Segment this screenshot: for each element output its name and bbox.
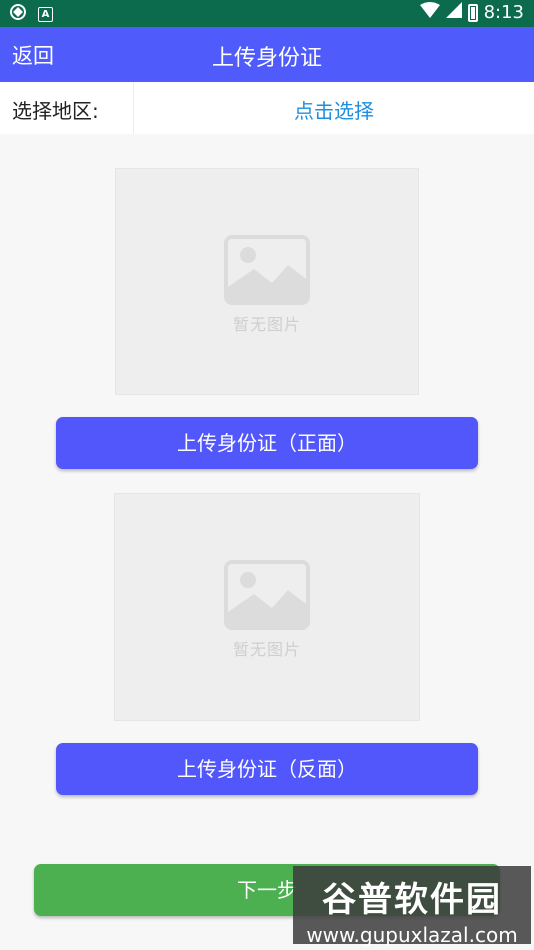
back-placeholder-text: 暂无图片 xyxy=(232,640,301,659)
image-placeholder-icon xyxy=(224,560,310,630)
wifi-icon xyxy=(419,2,440,23)
status-bar: A 8:13 xyxy=(0,0,534,27)
region-label: 选择地区: xyxy=(12,99,99,123)
back-placeholder: 暂无图片 xyxy=(224,560,310,660)
front-placeholder-text: 暂无图片 xyxy=(232,315,301,334)
upload-back-button[interactable]: 上传身份证（反面） xyxy=(56,743,478,795)
status-time: 8:13 xyxy=(483,2,524,23)
id-front-image[interactable]: 暂无图片 xyxy=(115,168,419,395)
image-placeholder-icon xyxy=(224,235,310,305)
page-title: 上传身份证 xyxy=(211,46,322,71)
watermark-main: 谷普软件园 xyxy=(322,880,502,920)
status-right: 8:13 xyxy=(419,2,524,23)
status-left: A xyxy=(10,4,53,24)
app-bar: 返回 上传身份证 xyxy=(0,27,534,82)
sync-icon xyxy=(10,4,26,24)
watermark: 谷普软件园 www.gupuxlazal.com xyxy=(293,866,531,947)
signal-icon xyxy=(445,2,462,23)
watermark-url: www.gupuxlazal.com xyxy=(306,923,518,947)
region-select-button[interactable]: 点击选择 xyxy=(134,95,534,124)
upload-front-button[interactable]: 上传身份证（正面） xyxy=(56,417,478,469)
notification-a-icon: A xyxy=(38,6,53,22)
battery-icon xyxy=(467,3,478,22)
region-row: 选择地区: 点击选择 xyxy=(0,82,534,134)
front-placeholder: 暂无图片 xyxy=(224,235,310,335)
id-back-image[interactable]: 暂无图片 xyxy=(114,493,420,721)
